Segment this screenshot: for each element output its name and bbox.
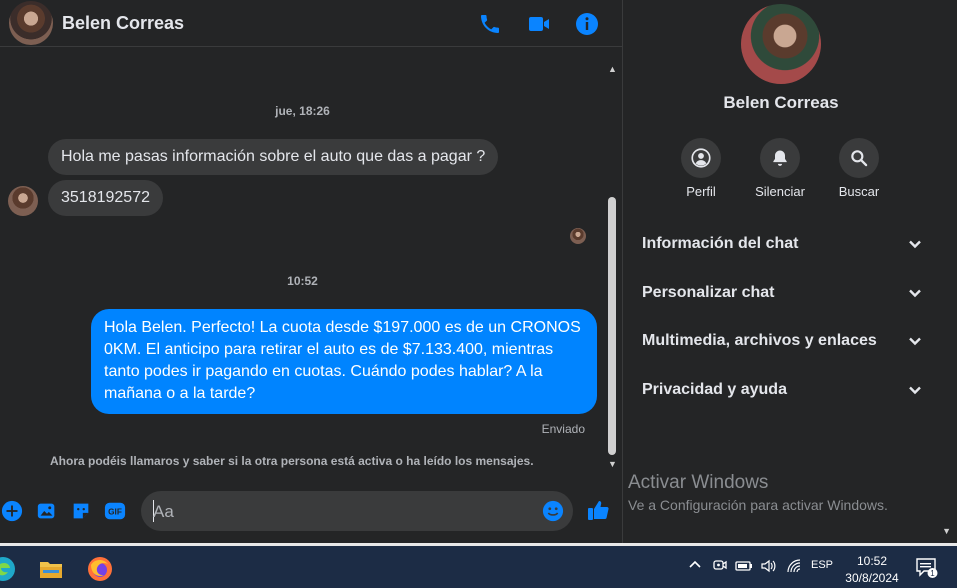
notification-count: 1 — [930, 569, 935, 578]
like-icon[interactable] — [586, 498, 610, 522]
scroll-up-icon[interactable]: ▲ — [608, 64, 617, 74]
wifi-icon[interactable] — [786, 558, 802, 577]
video-call-icon[interactable] — [526, 11, 552, 37]
taskbar: ESP 10:52 30/8/2024 1 — [0, 543, 957, 588]
incoming-message[interactable]: 3518192572 — [48, 180, 163, 216]
contact-avatar[interactable] — [9, 1, 53, 45]
show-hidden-icons-icon[interactable] — [688, 558, 702, 575]
chevron-down-icon — [909, 337, 921, 346]
profile-icon[interactable] — [681, 138, 721, 178]
search-icon[interactable] — [839, 138, 879, 178]
sticker-icon[interactable] — [69, 499, 93, 523]
info-notice: Ahora podéis llamaros y saber si la otra… — [50, 454, 534, 468]
timestamp: 10:52 — [287, 274, 318, 288]
firefox-icon[interactable] — [87, 556, 113, 582]
scroll-down-icon[interactable]: ▼ — [942, 526, 951, 536]
mute-action-label: Silenciar — [755, 184, 805, 199]
section-label: Información del chat — [642, 235, 799, 252]
file-explorer-icon[interactable] — [38, 556, 64, 582]
plus-icon[interactable] — [0, 499, 24, 523]
profile-name: Belen Correas — [723, 93, 839, 112]
chat-scrollbar[interactable]: ▲ ▼ — [605, 62, 619, 474]
language-indicator[interactable]: ESP — [811, 559, 833, 571]
activation-watermark-subtitle: Ve a Configuración para activar Windows. — [628, 497, 888, 513]
section-label: Multimedia, archivos y enlaces — [642, 332, 877, 349]
profile-action-label: Perfil — [686, 184, 716, 199]
battery-icon[interactable] — [735, 558, 753, 577]
search-action-label: Buscar — [838, 184, 880, 199]
search-action-button[interactable]: Buscar — [819, 138, 899, 199]
composer: GIF Aa — [0, 484, 622, 540]
message-input-placeholder: Aa — [153, 502, 174, 521]
section-chat-info[interactable]: Información del chat — [642, 232, 922, 256]
profile-action-button[interactable]: Perfil — [661, 138, 741, 199]
section-label: Personalizar chat — [642, 284, 775, 301]
meet-now-icon[interactable] — [712, 558, 728, 577]
system-clock[interactable]: 10:52 30/8/2024 — [840, 553, 904, 587]
chevron-down-icon — [909, 240, 921, 249]
volume-icon[interactable] — [760, 558, 776, 577]
chat-header: Belen Correas — [0, 0, 622, 47]
incoming-message[interactable]: Hola me pasas información sobre el auto … — [48, 139, 499, 175]
chevron-down-icon — [909, 386, 921, 395]
mute-action-button[interactable]: Silenciar — [740, 138, 820, 199]
chat-info-panel: Belen Correas Perfil Silenciar Buscar In… — [622, 0, 957, 543]
scroll-down-icon[interactable]: ▼ — [608, 459, 617, 469]
chat-pane: Belen Correas jue, 18:26 Hola me pasas i… — [0, 0, 622, 543]
bell-icon[interactable] — [760, 138, 800, 178]
sender-avatar — [8, 186, 38, 216]
seen-avatar — [570, 228, 586, 244]
message-input[interactable]: Aa — [141, 491, 573, 531]
timestamp: jue, 18:26 — [275, 104, 330, 118]
section-privacy-help[interactable]: Privacidad y ayuda — [642, 378, 922, 402]
phone-call-icon[interactable] — [477, 11, 503, 37]
profile-avatar[interactable] — [741, 4, 821, 84]
chevron-down-icon — [909, 289, 921, 298]
section-label: Privacidad y ayuda — [642, 381, 787, 398]
section-customize-chat[interactable]: Personalizar chat — [642, 281, 922, 305]
activation-watermark-title: Activar Windows — [628, 472, 769, 493]
clock-date: 30/8/2024 — [845, 571, 899, 585]
svg-text:GIF: GIF — [108, 508, 122, 517]
delivery-status: Enviado — [541, 422, 585, 436]
message-list: jue, 18:26 Hola me pasas información sob… — [0, 48, 605, 478]
contact-name[interactable]: Belen Correas — [62, 13, 184, 34]
edge-icon[interactable] — [0, 556, 16, 582]
clock-time: 10:52 — [856, 554, 888, 568]
gif-icon[interactable]: GIF — [103, 499, 127, 523]
section-media-files[interactable]: Multimedia, archivos y enlaces — [642, 329, 922, 353]
image-icon[interactable] — [35, 499, 59, 523]
scrollbar-thumb[interactable] — [608, 197, 616, 455]
outgoing-message[interactable]: Hola Belen. Perfecto! La cuota desde $19… — [91, 309, 597, 414]
emoji-icon[interactable] — [541, 499, 565, 523]
info-icon[interactable] — [574, 11, 600, 37]
notification-center-icon[interactable]: 1 — [915, 557, 939, 582]
